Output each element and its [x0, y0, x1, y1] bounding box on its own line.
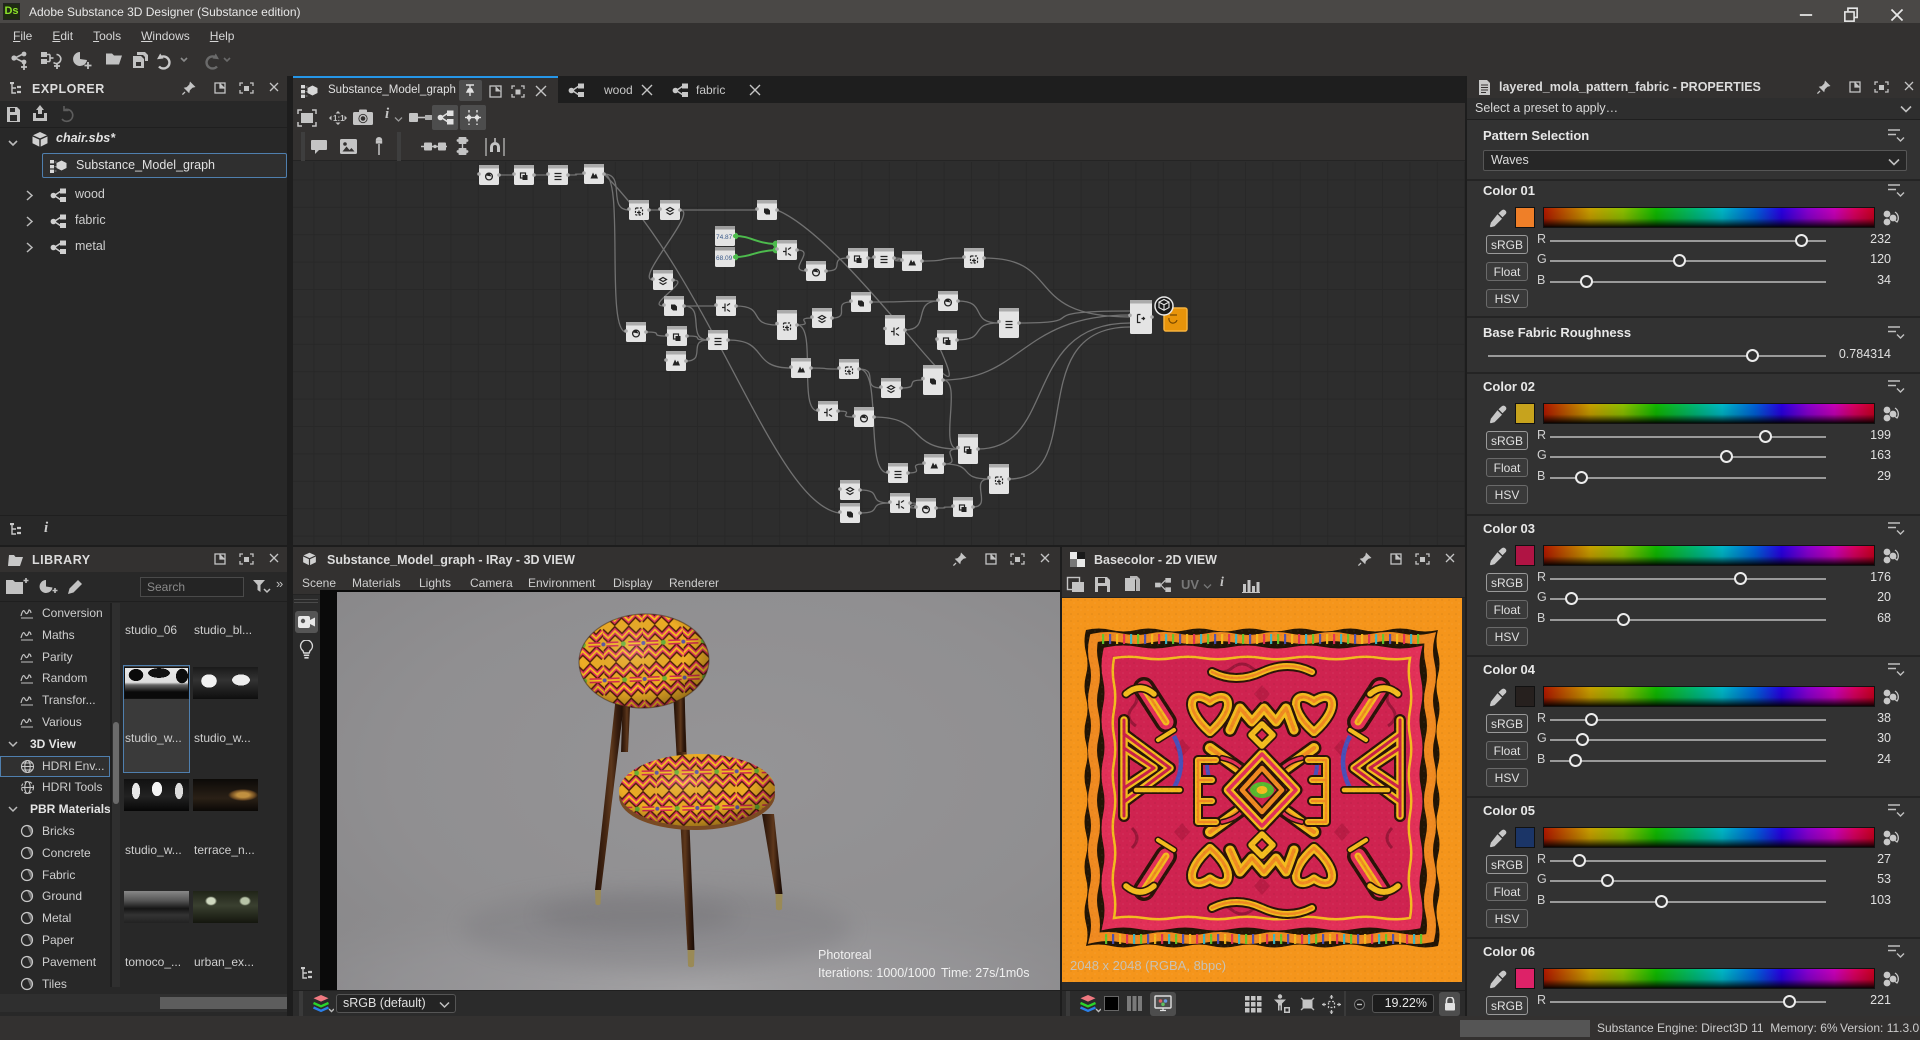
svg-text:1:1: 1:1: [333, 114, 345, 123]
svg-text:74.87: 74.87: [716, 234, 733, 241]
svg-text:Iterations: 1000/1000: Iterations: 1000/1000: [818, 966, 935, 980]
svg-text:Time: 27s/1m0s: Time: 27s/1m0s: [941, 966, 1029, 980]
svg-text:Photoreal: Photoreal: [818, 948, 872, 962]
svg-text:68.09: 68.09: [716, 255, 733, 262]
